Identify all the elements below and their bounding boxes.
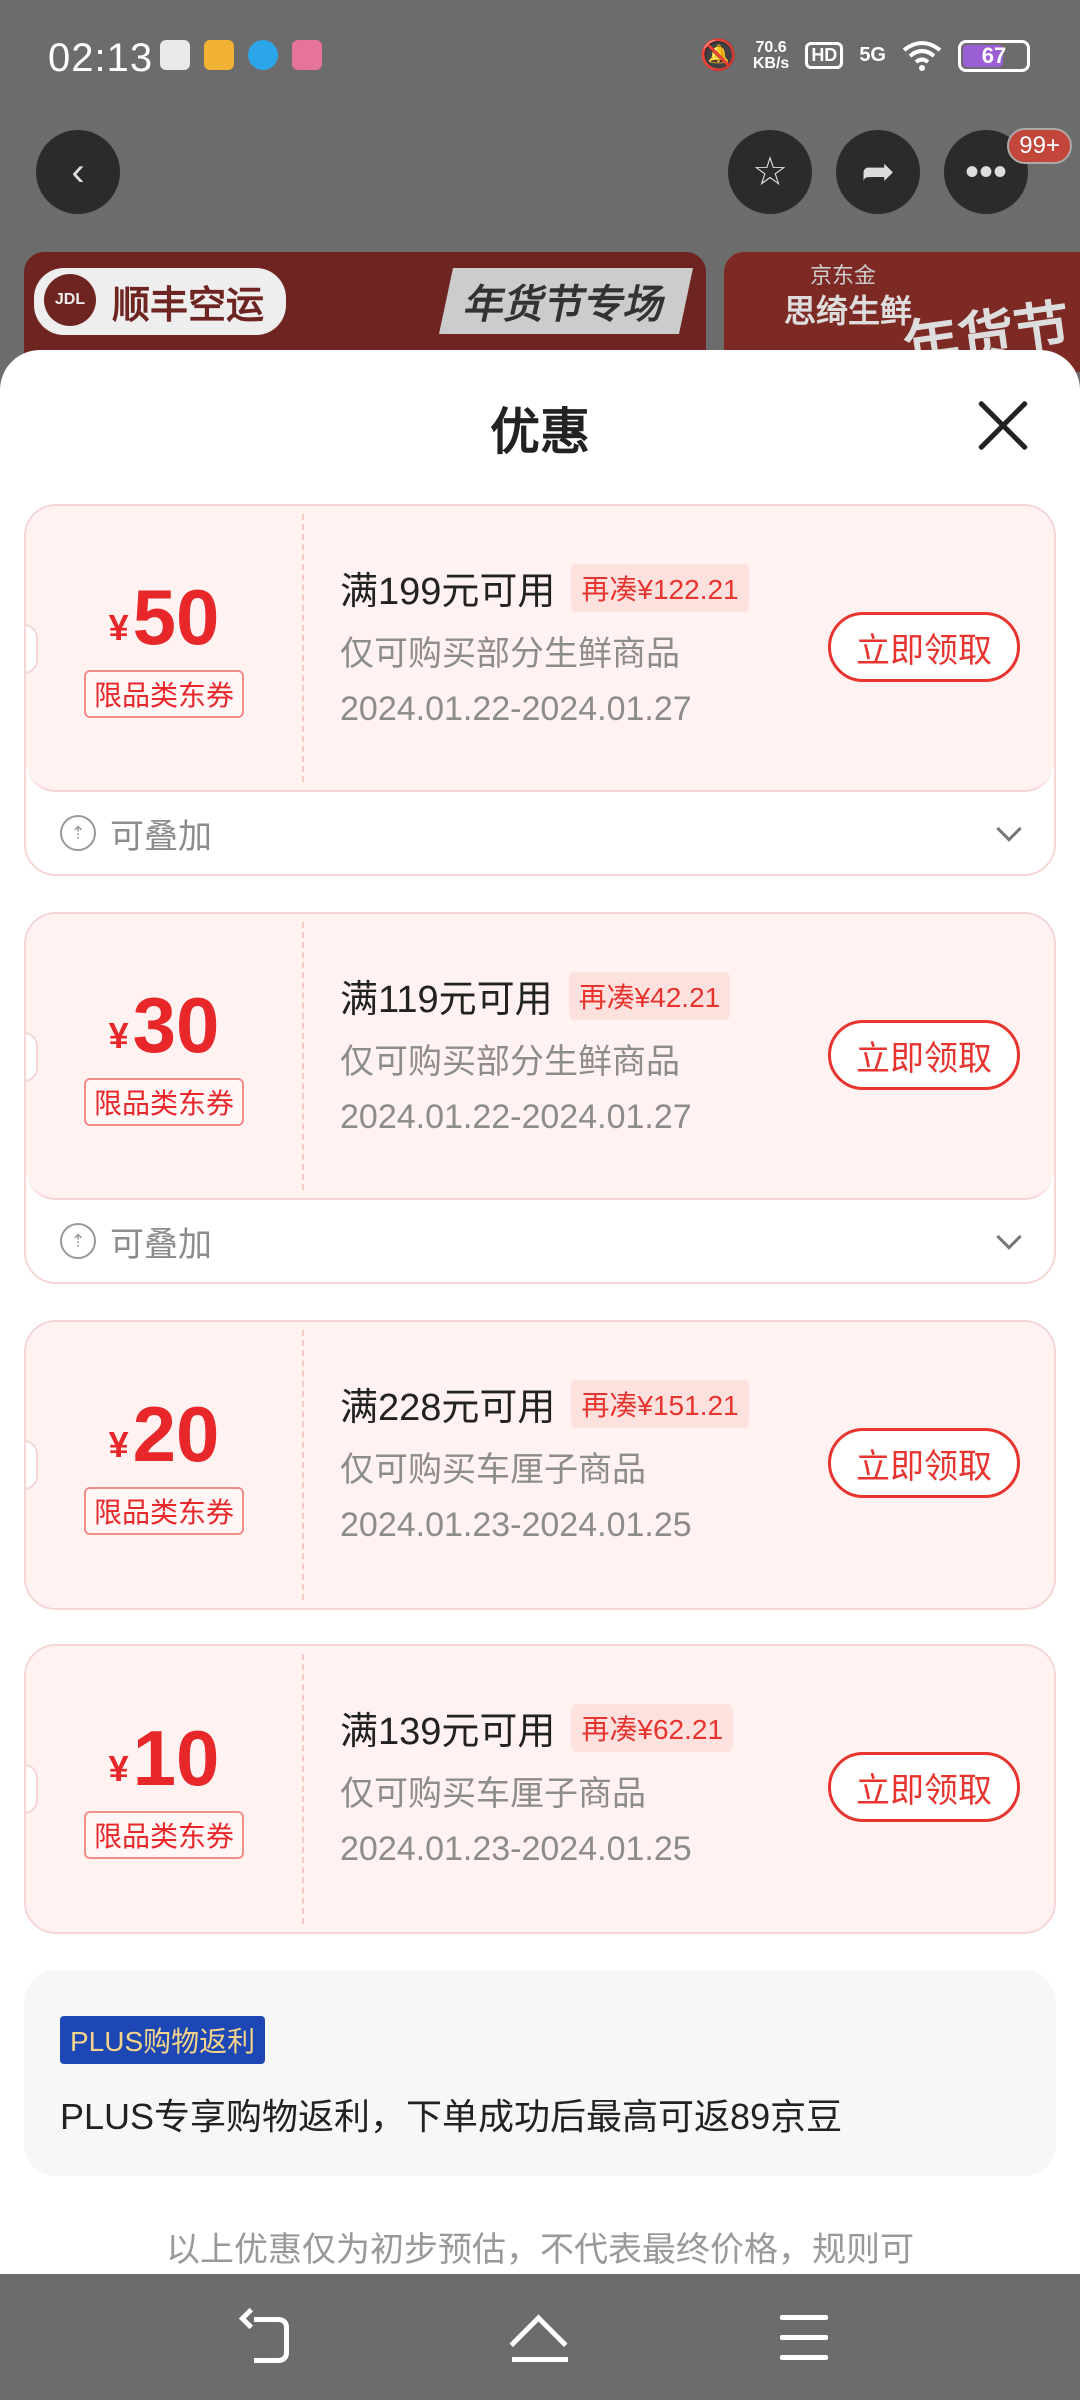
nav-back-icon[interactable] xyxy=(240,2307,300,2367)
coupon-card: ¥50 限品类东券 满199元可用 再凑¥122.21 仅可购买部分生鲜商品 20… xyxy=(24,504,1056,876)
coupon-scope: 仅可购买部分生鲜商品 xyxy=(340,635,680,673)
coupon-card: ¥30 限品类东券 满119元可用 再凑¥42.21 仅可购买部分生鲜商品 202… xyxy=(24,912,1056,1284)
signal-icon: 5G xyxy=(859,44,886,66)
close-icon[interactable] xyxy=(976,398,1030,452)
coupon-card: ¥10 限品类东券 满139元可用 再凑¥62.21 仅可购买车厘子商品 2024… xyxy=(24,1644,1056,1934)
currency-symbol: ¥ xyxy=(108,1424,129,1465)
notification-icons xyxy=(160,40,322,70)
coupon-category: 限品类东券 xyxy=(83,670,244,718)
coupon-dates: 2024.01.23-2024.01.25 xyxy=(340,1830,692,1868)
coupon-body: ¥20 限品类东券 满228元可用 再凑¥151.21 仅可购买车厘子商品 202… xyxy=(26,1322,1054,1608)
back-button[interactable]: ‹ xyxy=(36,130,120,214)
shortfall-badge: 再凑¥151.21 xyxy=(571,1379,749,1428)
sheet-title: 优惠 xyxy=(490,404,590,460)
banner-title: 年货节专场 xyxy=(438,268,694,334)
amount-number: 10 xyxy=(132,1714,220,1802)
app-notification-icon xyxy=(204,40,234,70)
claim-button[interactable]: 立即领取 xyxy=(828,1752,1020,1822)
status-indicators: 🔕 70.6 KB/s HD 5G 67 xyxy=(699,38,1030,73)
shortfall-badge: 再凑¥42.21 xyxy=(568,971,731,1020)
coupon-scope: 仅可购买车厘子商品 xyxy=(340,1451,646,1489)
plus-rebate-card: PLUS购物返利 PLUS专享购物返利，下单成功后最高可返89京豆 xyxy=(24,1970,1056,2176)
mute-icon: 🔕 xyxy=(699,39,737,72)
favorite-button[interactable]: ☆ xyxy=(728,130,812,214)
speed-value: 70.6 xyxy=(755,38,787,56)
coupon-divider xyxy=(302,1330,304,1600)
claim-button[interactable]: 立即领取 xyxy=(828,1020,1020,1090)
stackable-label: 可叠加 xyxy=(110,817,212,856)
coupon-dates: 2024.01.23-2024.01.25 xyxy=(340,1506,692,1544)
amount-number: 50 xyxy=(132,573,220,661)
stack-icon: ⇡ xyxy=(60,1223,96,1259)
nav-menu-icon[interactable] xyxy=(780,2307,840,2367)
speed-unit: KB/s xyxy=(752,54,790,72)
condition-text: 满139元可用 xyxy=(340,1711,556,1753)
currency-symbol: ¥ xyxy=(108,607,129,648)
coupon-category: 限品类东券 xyxy=(83,1487,244,1535)
condition-text: 满119元可用 xyxy=(340,979,553,1021)
coupon-category: 限品类东券 xyxy=(83,1078,244,1126)
shortfall-badge: 再凑¥62.21 xyxy=(571,1703,734,1752)
currency-symbol: ¥ xyxy=(108,1748,129,1789)
banner-brand: 顺丰空运 xyxy=(34,268,287,335)
shortfall-badge: 再凑¥122.21 xyxy=(571,563,749,612)
stack-icon: ⇡ xyxy=(60,815,96,851)
coupon-amount: ¥50 xyxy=(109,578,220,656)
system-nav-bar xyxy=(0,2274,1080,2400)
stackable-label: 可叠加 xyxy=(110,1225,212,1264)
coupon-dates: 2024.01.22-2024.01.27 xyxy=(340,1098,692,1136)
coupon-divider xyxy=(302,922,304,1190)
stackable-row[interactable]: ⇡ 可叠加 xyxy=(26,792,1054,874)
network-speed: 70.6 KB/s xyxy=(752,38,790,72)
hd-icon: HD xyxy=(805,42,844,69)
gift-icon xyxy=(160,40,190,70)
qq-icon xyxy=(248,40,278,70)
status-time: 02:13 xyxy=(48,36,154,80)
coupon-body: ¥30 限品类东券 满119元可用 再凑¥42.21 仅可购买部分生鲜商品 202… xyxy=(26,914,1054,1200)
coupon-condition: 满228元可用 再凑¥151.21 xyxy=(340,1376,749,1431)
plus-tag: PLUS购物返利 xyxy=(60,2016,266,2064)
stackable-row[interactable]: ⇡ 可叠加 xyxy=(26,1200,1054,1282)
disclaimer-text: 以上优惠仅为初步预估，不代表最终价格，规则可 xyxy=(166,2231,914,2269)
discount-sheet: 优惠 ¥50 限品类东券 满199元可用 再凑¥122.21 仅可购买部分生鲜商品… xyxy=(0,350,1080,2275)
coupon-category: 限品类东券 xyxy=(83,1811,244,1859)
coupon-scope: 仅可购买部分生鲜商品 xyxy=(340,1043,680,1081)
app-notification-icon xyxy=(292,40,322,70)
notification-badge: 99+ xyxy=(1007,128,1072,164)
coupon-condition: 满139元可用 再凑¥62.21 xyxy=(340,1700,734,1755)
status-bar: 02:13 🔕 70.6 KB/s HD 5G 67 xyxy=(0,0,1080,118)
condition-text: 满199元可用 xyxy=(340,571,556,613)
battery-icon: 67 xyxy=(958,39,1030,72)
coupon-body: ¥10 限品类东券 满139元可用 再凑¥62.21 仅可购买车厘子商品 2024… xyxy=(26,1646,1054,1932)
amount-number: 20 xyxy=(132,1390,220,1478)
coupon-value: ¥10 限品类东券 xyxy=(26,1646,302,1932)
coupon-dates: 2024.01.22-2024.01.27 xyxy=(340,690,692,728)
coupon-divider xyxy=(302,1654,304,1924)
share-button[interactable]: ➦ xyxy=(836,130,920,214)
amount-number: 30 xyxy=(132,981,220,1069)
claim-button[interactable]: 立即领取 xyxy=(828,612,1020,682)
coupon-divider xyxy=(302,514,304,782)
coupon-value: ¥20 限品类东券 xyxy=(26,1322,302,1608)
wifi-icon xyxy=(902,40,942,71)
coupon-body: ¥50 限品类东券 满199元可用 再凑¥122.21 仅可购买部分生鲜商品 20… xyxy=(26,506,1054,792)
plus-text: PLUS专享购物返利，下单成功后最高可返89京豆 xyxy=(60,2096,843,2137)
condition-text: 满228元可用 xyxy=(340,1387,556,1429)
coupon-amount: ¥10 xyxy=(109,1719,220,1797)
coupon-scope: 仅可购买车厘子商品 xyxy=(340,1775,646,1813)
chevron-down-icon[interactable] xyxy=(996,1224,1022,1250)
coupon-value: ¥30 限品类东券 xyxy=(26,914,302,1198)
coupon-condition: 满119元可用 再凑¥42.21 xyxy=(340,968,731,1023)
coupon-amount: ¥20 xyxy=(109,1395,220,1473)
claim-button[interactable]: 立即领取 xyxy=(828,1428,1020,1498)
coupon-value: ¥50 限品类东券 xyxy=(26,506,302,790)
coupon-condition: 满199元可用 再凑¥122.21 xyxy=(340,560,749,615)
coupon-card: ¥20 限品类东券 满228元可用 再凑¥151.21 仅可购买车厘子商品 202… xyxy=(24,1320,1056,1610)
chevron-down-icon[interactable] xyxy=(996,816,1022,842)
banner-right-line: 思绮生鲜 xyxy=(784,293,913,329)
currency-symbol: ¥ xyxy=(108,1015,129,1056)
coupon-amount: ¥30 xyxy=(109,986,220,1064)
nav-home-icon[interactable] xyxy=(510,2307,570,2367)
battery-level: 67 xyxy=(981,42,1007,68)
